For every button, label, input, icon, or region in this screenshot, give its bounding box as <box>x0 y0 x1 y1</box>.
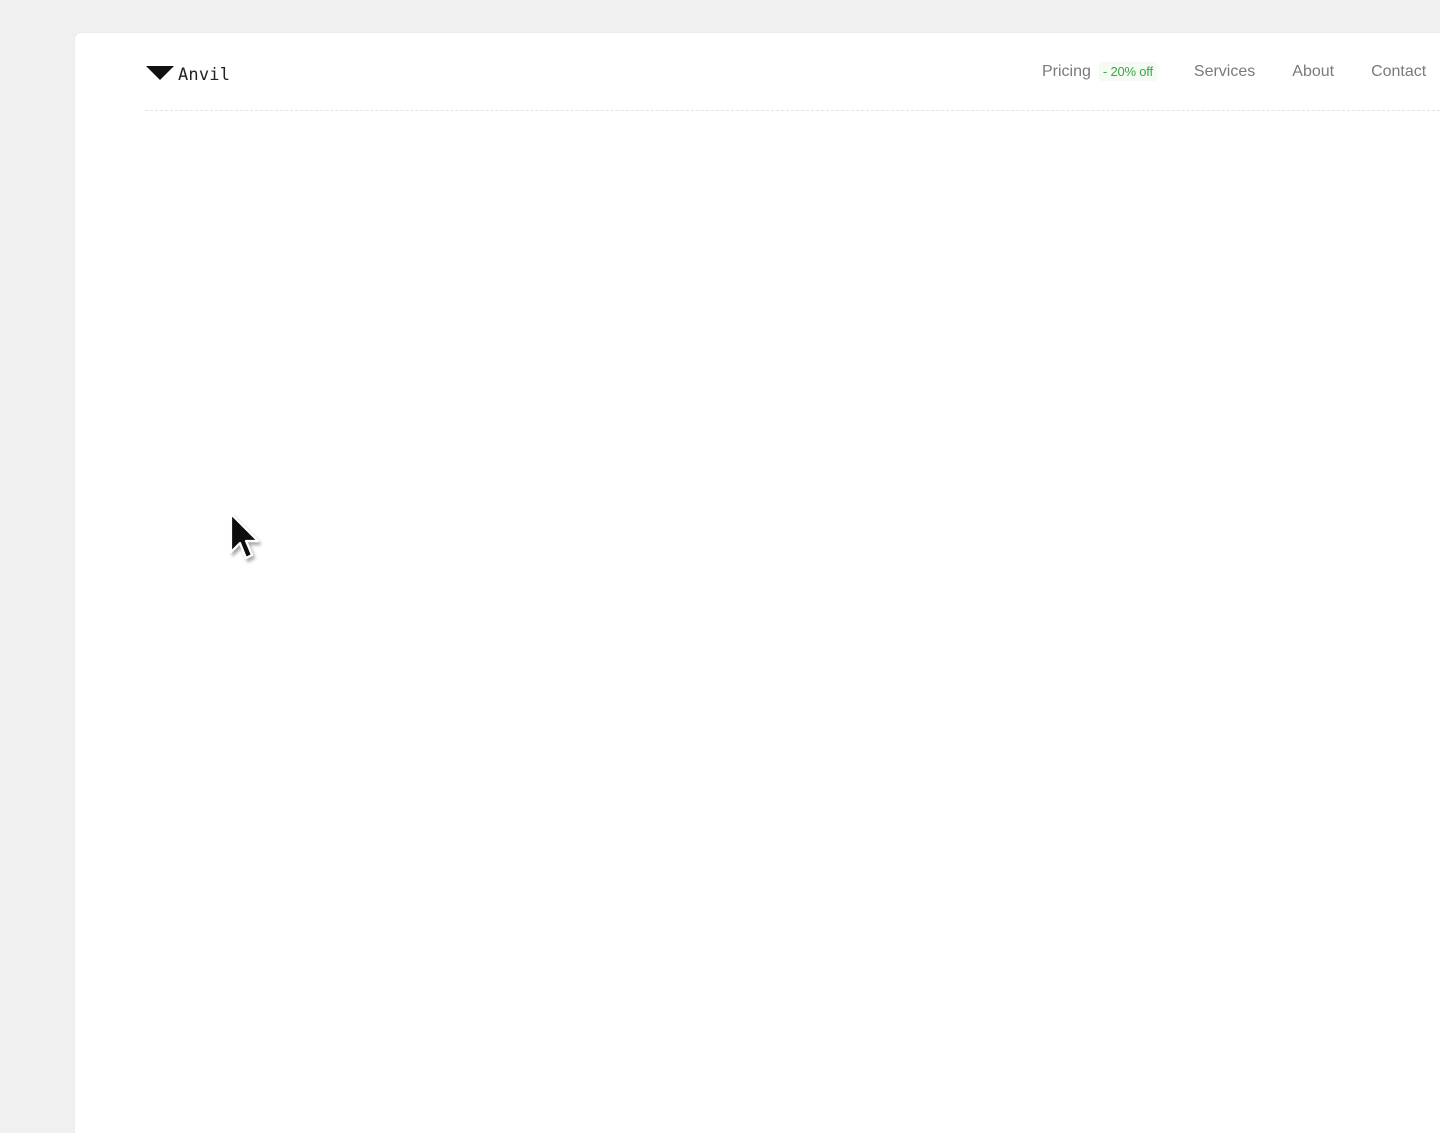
nav-link-label: Pricing <box>1042 62 1091 80</box>
top-navbar: Anvil Pricing - 20% off Services About C… <box>145 33 1440 111</box>
brand-logo-link[interactable]: Anvil <box>146 63 231 85</box>
down-triangle-logo-icon <box>146 66 174 80</box>
nav-link-pricing[interactable]: Pricing - 20% off <box>1042 62 1157 81</box>
brand-name: Anvil <box>178 65 231 85</box>
nav-links: Pricing - 20% off Services About Contact <box>1042 62 1426 81</box>
discount-badge: - 20% off <box>1098 62 1157 81</box>
nav-link-label: Services <box>1193 62 1256 80</box>
page-card: Anvil Pricing - 20% off Services About C… <box>75 33 1440 1133</box>
nav-link-label: About <box>1292 62 1335 80</box>
nav-link-label: Contact <box>1371 62 1427 80</box>
nav-link-about[interactable]: About <box>1292 63 1334 81</box>
nav-link-contact[interactable]: Contact <box>1371 63 1426 81</box>
nav-link-services[interactable]: Services <box>1194 63 1255 81</box>
